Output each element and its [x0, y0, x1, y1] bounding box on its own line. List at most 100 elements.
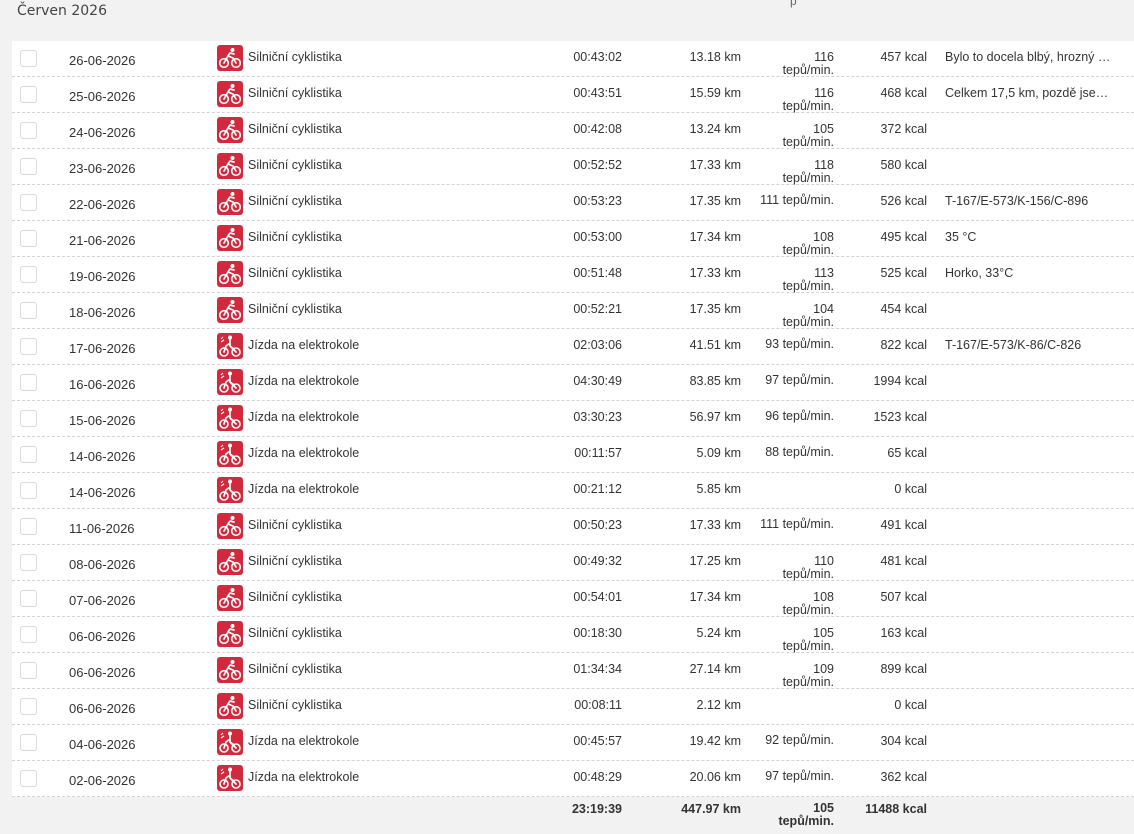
row-checkbox[interactable] — [20, 770, 37, 787]
table-row[interactable]: 19-06-2026 Silniční cyklistika 00:51:48 17.… — [12, 257, 1134, 293]
row-checkbox[interactable] — [20, 122, 37, 139]
row-checkbox[interactable] — [20, 86, 37, 103]
sport-name: Silniční cyklistika — [248, 554, 342, 568]
row-checkbox[interactable] — [20, 338, 37, 355]
calories: 899 kcal — [880, 662, 927, 676]
heart-rate: 97 tepů/min. — [765, 373, 834, 387]
calories: 1994 kcal — [873, 374, 927, 388]
table-row[interactable]: 23-06-2026 Silniční cyklistika 00:52:52 17.… — [12, 149, 1134, 185]
heart-rate: 92 tepů/min. — [765, 733, 834, 747]
workout-note: T-167/E-573/K-156/C-896 — [945, 194, 1089, 208]
row-checkbox[interactable] — [20, 194, 37, 211]
row-checkbox[interactable] — [20, 266, 37, 283]
workout-date: 21-06-2026 — [69, 233, 136, 248]
table-row[interactable]: 08-06-2026 Silniční cyklistika 00:49:32 17.… — [12, 545, 1134, 581]
row-checkbox[interactable] — [20, 158, 37, 175]
workout-date: 23-06-2026 — [69, 161, 136, 176]
heart-rate: 118 tepů/min. — [782, 158, 834, 185]
row-checkbox[interactable] — [20, 50, 37, 67]
heart-rate: 116 tepů/min. — [782, 50, 834, 77]
calories: 495 kcal — [880, 230, 927, 244]
heart-rate: 108 tepů/min. — [782, 230, 834, 257]
workout-date: 14-06-2026 — [69, 485, 136, 500]
table-row[interactable]: 24-06-2026 Silniční cyklistika 00:42:08 13.… — [12, 113, 1134, 149]
sport-name: Silniční cyklistika — [248, 518, 342, 532]
road-bike-icon — [217, 297, 243, 323]
duration: 00:11:57 — [574, 446, 622, 460]
heart-rate: 104 tepů/min. — [782, 302, 834, 329]
row-checkbox[interactable] — [20, 554, 37, 571]
heart-rate: 96 tepů/min. — [765, 409, 834, 423]
distance: 20.06 km — [689, 770, 741, 784]
table-row[interactable]: 06-06-2026 Silniční cyklistika 01:34:34 27.… — [12, 653, 1134, 689]
table-row[interactable]: 18-06-2026 Silniční cyklistika 00:52:21 17.… — [12, 293, 1134, 329]
heart-rate: 105 tepů/min. — [782, 122, 834, 149]
table-row[interactable]: 06-06-2026 Silniční cyklistika 00:18:30 5.2… — [12, 617, 1134, 653]
table-row[interactable]: 14-06-2026 Jízda na elektrokole 00:21:12 5.… — [12, 473, 1134, 509]
calories: 468 kcal — [880, 86, 927, 100]
road-bike-icon — [217, 153, 243, 179]
road-bike-icon — [217, 81, 243, 107]
sport-name: Silniční cyklistika — [248, 302, 342, 316]
table-row[interactable]: 16-06-2026 Jízda na elektrokole 04:30:49 83… — [12, 365, 1134, 401]
road-bike-icon — [217, 513, 243, 539]
distance: 56.97 km — [689, 410, 741, 424]
row-checkbox[interactable] — [20, 410, 37, 427]
sport-name: Silniční cyklistika — [248, 50, 342, 64]
workout-table: 26-06-2026 Silniční cyklistika 00:43:02 13.… — [12, 41, 1134, 797]
distance: 13.24 km — [689, 122, 741, 136]
table-row[interactable]: 17-06-2026 Jízda na elektrokole 02:03:06 41… — [12, 329, 1134, 365]
distance: 17.33 km — [689, 266, 741, 280]
workout-date: 06-06-2026 — [69, 701, 136, 716]
row-checkbox[interactable] — [20, 302, 37, 319]
table-row[interactable]: 04-06-2026 Jízda na elektrokole 00:45:57 19… — [12, 725, 1134, 761]
calories: 304 kcal — [880, 734, 927, 748]
calories: 507 kcal — [880, 590, 927, 604]
calories: 0 kcal — [894, 482, 927, 496]
workout-date: 17-06-2026 — [69, 341, 136, 356]
duration: 00:21:12 — [573, 482, 622, 496]
table-row[interactable]: 15-06-2026 Jízda na elektrokole 03:30:23 56… — [12, 401, 1134, 437]
sport-name: Silniční cyklistika — [248, 86, 342, 100]
row-checkbox[interactable] — [20, 482, 37, 499]
table-row[interactable]: 02-06-2026 Jízda na elektrokole 00:48:29 20… — [12, 761, 1134, 797]
calories: 65 kcal — [887, 446, 927, 460]
table-row[interactable]: 22-06-2026 Silniční cyklistika 00:53:23 17.… — [12, 185, 1134, 221]
workout-date: 11-06-2026 — [69, 521, 135, 536]
road-bike-icon — [217, 585, 243, 611]
row-checkbox[interactable] — [20, 662, 37, 679]
row-checkbox[interactable] — [20, 446, 37, 463]
sport-name: Silniční cyklistika — [248, 266, 342, 280]
table-row[interactable]: 14-06-2026 Jízda na elektrokole 00:11:57 5.… — [12, 437, 1134, 473]
workout-date: 15-06-2026 — [69, 413, 136, 428]
row-checkbox[interactable] — [20, 518, 37, 535]
row-checkbox[interactable] — [20, 590, 37, 607]
distance: 17.33 km — [689, 158, 741, 172]
row-checkbox[interactable] — [20, 698, 37, 715]
row-checkbox[interactable] — [20, 734, 37, 751]
workout-date: 19-06-2026 — [69, 269, 136, 284]
road-bike-icon — [217, 657, 243, 683]
workout-date: 24-06-2026 — [69, 125, 136, 140]
table-row[interactable]: 07-06-2026 Silniční cyklistika 00:54:01 17.… — [12, 581, 1134, 617]
table-row[interactable]: 26-06-2026 Silniční cyklistika 00:43:02 13.… — [12, 41, 1134, 77]
row-checkbox[interactable] — [20, 230, 37, 247]
heart-rate: 113 tepů/min. — [782, 266, 834, 293]
table-row[interactable]: 11-06-2026 Silniční cyklistika 00:50:23 17.… — [12, 509, 1134, 545]
workout-date: 26-06-2026 — [69, 53, 136, 68]
row-checkbox[interactable] — [20, 626, 37, 643]
table-row[interactable]: 06-06-2026 Silniční cyklistika 00:08:11 2.1… — [12, 689, 1134, 725]
distance: 17.25 km — [689, 554, 741, 568]
road-bike-icon — [217, 621, 243, 647]
road-bike-icon — [217, 45, 243, 71]
workout-note: T-167/E-573/K-86/C-826 — [945, 338, 1082, 352]
table-row[interactable]: 21-06-2026 Silniční cyklistika 00:53:00 17.… — [12, 221, 1134, 257]
calories: 580 kcal — [880, 158, 927, 172]
row-checkbox[interactable] — [20, 374, 37, 391]
calories: 372 kcal — [880, 122, 927, 136]
table-row[interactable]: 25-06-2026 Silniční cyklistika 00:43:51 15.… — [12, 77, 1134, 113]
duration: 00:49:32 — [573, 554, 622, 568]
header-fragment: p — [790, 0, 797, 8]
calories: 491 kcal — [880, 518, 927, 532]
workout-date: 07-06-2026 — [69, 593, 136, 608]
